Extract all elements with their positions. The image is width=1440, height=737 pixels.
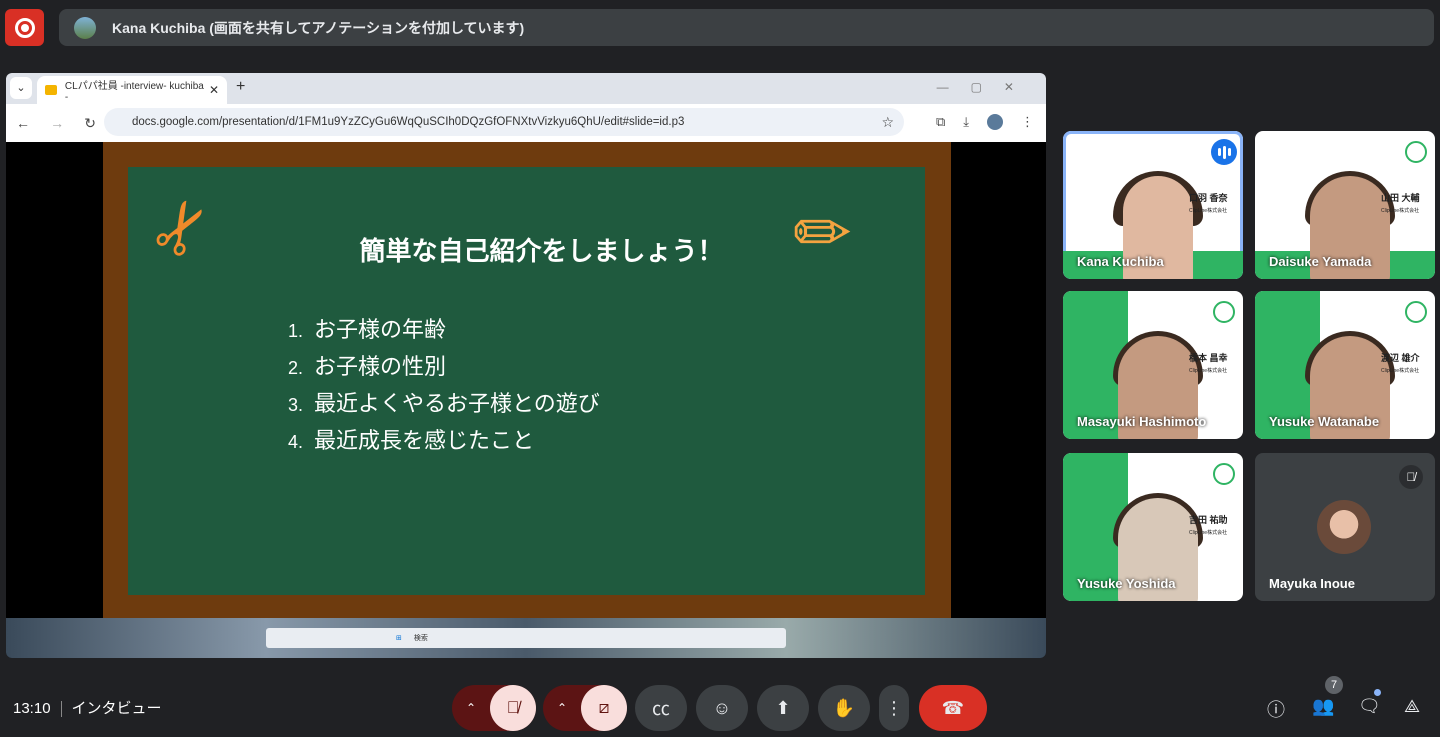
- menu-icon[interactable]: ⋮: [1021, 114, 1034, 130]
- leave-call-button[interactable]: ☎: [919, 685, 987, 731]
- browser-tabbar: ⌄ CLパパ社員 -interview- kuchiba - ✕ + —▢✕: [6, 73, 1046, 104]
- tab-title: CLパパ社員 -interview- kuchiba -: [64, 81, 204, 103]
- chat-icon[interactable]: 🗨: [1358, 696, 1381, 717]
- reload-icon[interactable]: ↻: [84, 115, 96, 132]
- windows-start-icon: ⊞: [396, 635, 402, 642]
- audio-options-chevron-icon[interactable]: ⌃: [452, 701, 490, 715]
- present-button[interactable]: ⬆: [757, 685, 809, 731]
- record-icon: [14, 17, 35, 38]
- name-card: 渡辺 雄介 ClipLine株式会社: [1381, 353, 1420, 374]
- company-logo: [1213, 463, 1235, 485]
- browser-tab[interactable]: CLパパ社員 -interview- kuchiba - ✕: [37, 76, 227, 104]
- chat-notification-dot: [1374, 689, 1381, 696]
- item-text: お子様の性別: [314, 354, 447, 379]
- captions-button[interactable]: ㏄: [635, 685, 687, 731]
- back-icon[interactable]: ←: [16, 115, 30, 132]
- shared-screen: ⌄ CLパパ社員 -interview- kuchiba - ✕ + —▢✕ ← →…: [6, 73, 1046, 658]
- company-logo: [1213, 301, 1235, 323]
- download-icon[interactable]: ⤓: [963, 114, 969, 130]
- close-tab-icon[interactable]: ✕: [209, 83, 219, 97]
- camera-control: ⌃ ⧄: [543, 685, 627, 731]
- banner-text: Kana Kuchiba (画面を共有してアノテーションを付加しています): [112, 19, 525, 36]
- meeting-details-icon[interactable]: ⓘ: [1267, 696, 1285, 722]
- participant-name: Masayuki Hashimoto: [1077, 414, 1207, 429]
- item-text: 最近よくやるお子様との遊び: [314, 391, 600, 416]
- participant-tile[interactable]: 山田 大輔 ClipLine株式会社 Daisuke Yamada: [1255, 131, 1435, 279]
- item-number: 4.: [288, 432, 304, 452]
- more-options-button[interactable]: ⋮: [879, 685, 909, 731]
- meeting-title: インタビュー: [71, 700, 162, 717]
- list-item: 2. お子様の性別: [288, 349, 600, 386]
- participant-name: Yusuke Watanabe: [1269, 414, 1380, 429]
- speaking-icon: [1211, 139, 1237, 165]
- slide-title: 簡単な自己紹介をしましょう！: [359, 236, 724, 266]
- taskbar-search: 検索: [413, 635, 428, 642]
- blackboard: ✂ ✏ 簡単な自己紹介をしましょう！ 1. お子様の年齢 2. お子様の性別 3. 最…: [128, 167, 925, 595]
- hand-icon: ✋: [832, 697, 856, 718]
- participant-name: Kana Kuchiba: [1077, 254, 1164, 269]
- company-logo: [1405, 141, 1427, 163]
- company-logo: [1405, 301, 1427, 323]
- participant-tile[interactable]: 吉田 祐助 ClipLine株式会社 Yusuke Yoshida: [1063, 453, 1243, 601]
- list-item: 1. お子様の年齢: [288, 312, 600, 349]
- participant-name: Mayuka Inoue: [1269, 576, 1355, 591]
- slides-icon: [45, 85, 57, 95]
- participant-tile[interactable]: 口羽 香奈 ClipLine株式会社 Kana Kuchiba: [1063, 131, 1243, 279]
- recording-indicator[interactable]: [5, 9, 44, 46]
- people-count-badge: 7: [1325, 676, 1343, 694]
- item-number: 3.: [288, 395, 304, 415]
- windows-taskbar: ⊞ 検索: [266, 628, 786, 648]
- slide: ✂ ✏ 簡単な自己紹介をしましょう！ 1. お子様の年齢 2. お子様の性別 3. 最…: [6, 142, 1046, 618]
- name-card: 橋本 昌幸 ClipLine株式会社: [1189, 353, 1228, 374]
- avatar: [74, 16, 96, 39]
- url-text: docs.google.com/presentation/d/1FM1u9YzZ…: [132, 116, 685, 128]
- raise-hand-button[interactable]: ✋: [818, 685, 870, 731]
- item-number: 1.: [288, 321, 304, 341]
- present-screen-icon: ⬆: [775, 697, 791, 718]
- bookmark-star-icon[interactable]: ☆: [881, 114, 894, 131]
- url-input[interactable]: docs.google.com/presentation/d/1FM1u9YzZ…: [104, 108, 904, 136]
- extensions-icon[interactable]: ⧉: [936, 114, 945, 130]
- participant-tile[interactable]: 🎙̸ Mayuka Inoue: [1255, 453, 1435, 601]
- window-controls[interactable]: —▢✕: [937, 80, 1036, 94]
- item-number: 2.: [288, 358, 304, 378]
- list-item: 3. 最近よくやるお子様との遊び: [288, 386, 600, 423]
- name-card: 山田 大輔 ClipLine株式会社: [1381, 193, 1420, 214]
- emoji-icon: ☺: [712, 697, 732, 718]
- more-vert-icon: ⋮: [885, 697, 903, 718]
- camera-off-button[interactable]: ⧄: [581, 685, 627, 731]
- captions-icon: ㏄: [652, 699, 670, 719]
- participant-tile[interactable]: 橋本 昌幸 ClipLine株式会社 Masayuki Hashimoto: [1063, 291, 1243, 439]
- participant-tile[interactable]: 渡辺 雄介 ClipLine株式会社 Yusuke Watanabe: [1255, 291, 1435, 439]
- name-card: 口羽 香奈 ClipLine株式会社: [1189, 193, 1228, 214]
- activities-icon[interactable]: ⟁: [1404, 696, 1420, 717]
- participant-name: Daisuke Yamada: [1269, 254, 1372, 269]
- item-text: お子様の年齢: [314, 317, 447, 342]
- avatar: [1317, 500, 1371, 554]
- forward-icon[interactable]: →: [50, 115, 64, 132]
- reactions-button[interactable]: ☺: [696, 685, 748, 731]
- participant-name: Yusuke Yoshida: [1077, 576, 1176, 591]
- meeting-info: 13:10 インタビュー: [13, 697, 162, 718]
- clock: 13:10: [13, 700, 51, 717]
- mic-control: ⌃ 🎙̸: [452, 685, 536, 731]
- profile-avatar[interactable]: [987, 114, 1003, 130]
- address-bar-row: ← → ↻ docs.google.com/presentation/d/1FM1u…: [6, 104, 1046, 142]
- mic-off-button[interactable]: 🎙̸: [490, 685, 536, 731]
- presenter-banner: Kana Kuchiba (画面を共有してアノテーションを付加しています): [59, 9, 1434, 46]
- item-text: 最近成長を感じたこと: [314, 428, 535, 453]
- blackboard-frame: ✂ ✏ 簡単な自己紹介をしましょう！ 1. お子様の年齢 2. お子様の性別 3. 最…: [103, 142, 951, 618]
- muted-icon: 🎙̸: [1399, 465, 1423, 489]
- desktop-background: ⊞ 検索: [6, 618, 1046, 658]
- video-options-chevron-icon[interactable]: ⌃: [543, 701, 581, 715]
- list-item: 4. 最近成長を感じたこと: [288, 423, 600, 460]
- tab-search-button[interactable]: ⌄: [10, 77, 32, 99]
- slide-list: 1. お子様の年齢 2. お子様の性別 3. 最近よくやるお子様との遊び 4. 最近成長…: [288, 312, 600, 460]
- people-icon[interactable]: 👥: [1312, 696, 1334, 717]
- end-call-icon: ☎: [941, 697, 965, 718]
- name-card: 吉田 祐助 ClipLine株式会社: [1189, 515, 1228, 536]
- new-tab-button[interactable]: +: [236, 78, 245, 96]
